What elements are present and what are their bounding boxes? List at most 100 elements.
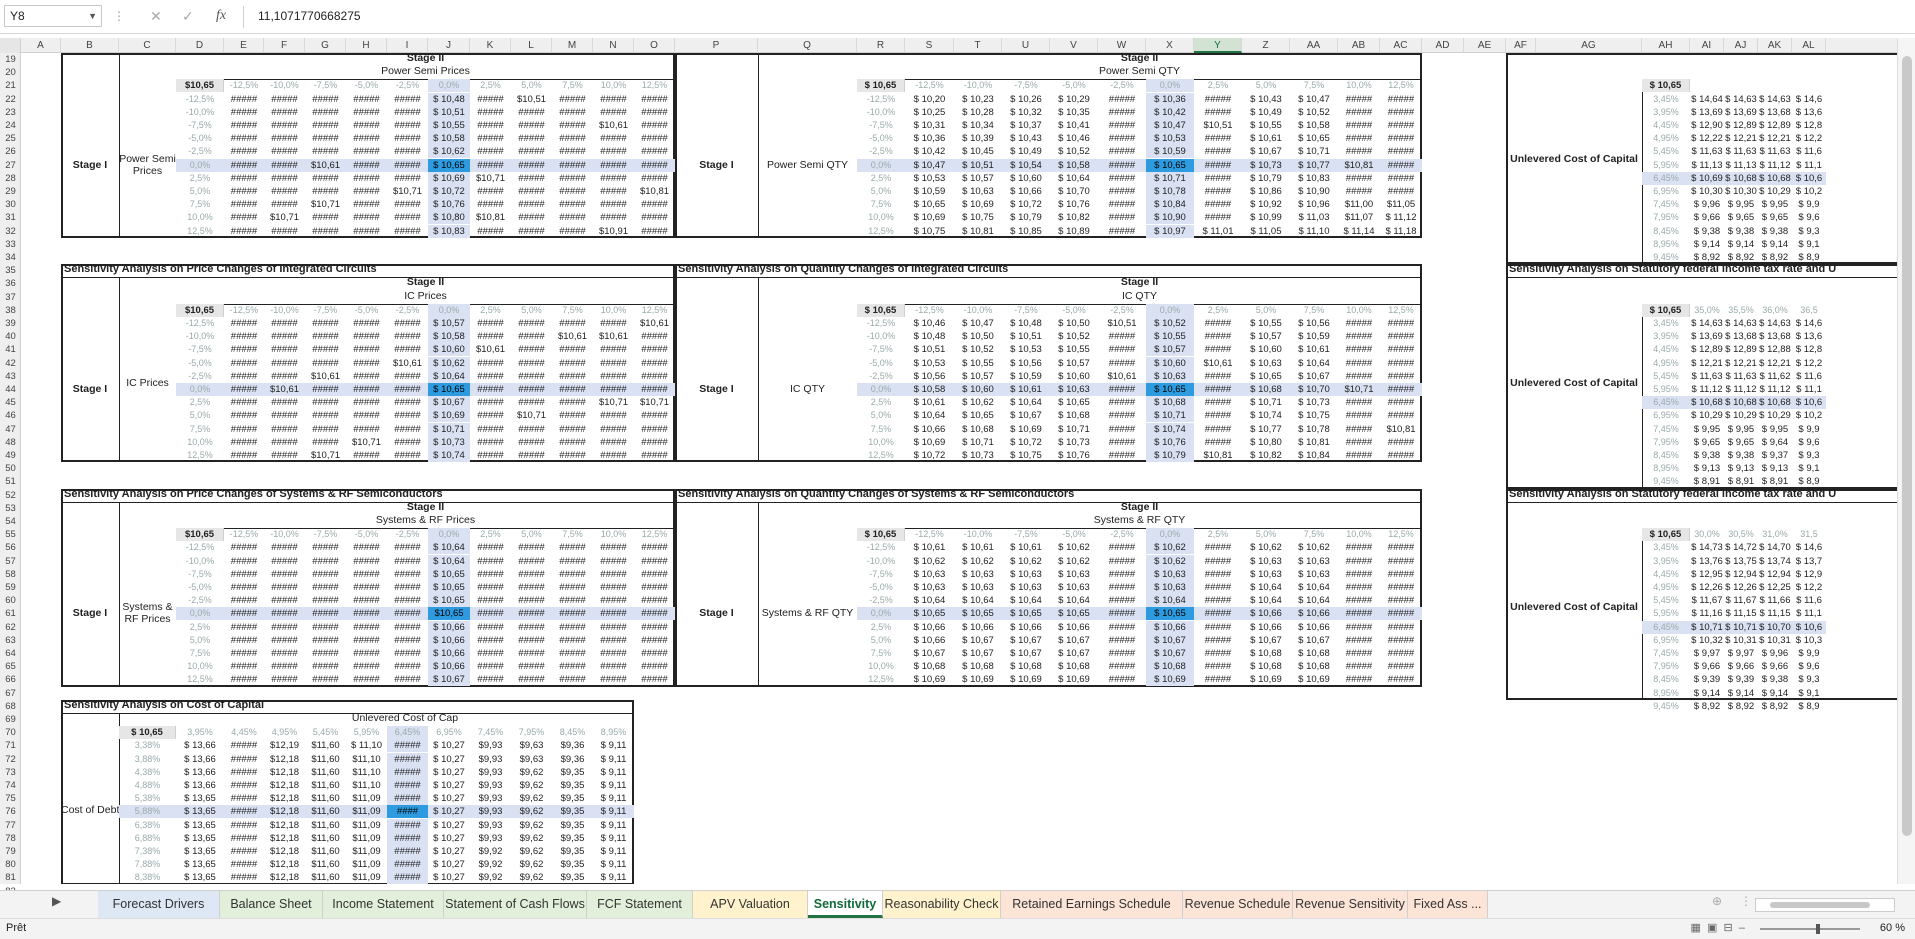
table-cell[interactable]: ##### [470,396,511,409]
table-cell[interactable]: ##### [1194,211,1242,224]
table-cell[interactable]: $ 10,71 [1290,145,1338,158]
table-cell[interactable]: $ 11,1 [1792,159,1826,172]
table-cell[interactable]: ##### [224,792,264,805]
row-pct-label[interactable]: 0,0% [176,158,224,172]
table-cell[interactable]: $ 10,52 [954,343,1002,356]
row-pct-label[interactable]: 4,38% [119,766,176,779]
table-cell[interactable]: ##### [346,198,387,211]
table-cell[interactable]: $ 10,67 [1242,634,1290,647]
sheet-content[interactable]: Stage II Power Semi Prices Stage II Power S… [21,53,1897,884]
tab-forecast-drivers[interactable]: Forecast Drivers [98,891,220,918]
table-cell[interactable]: ##### [634,634,675,647]
table-cell[interactable]: ##### [511,607,552,621]
table-cell[interactable]: $ 10,20 [905,93,954,106]
table-cell[interactable]: ##### [634,581,675,594]
row-pct-label[interactable]: 10,0% [857,211,905,224]
row-pct-label[interactable]: 8,45% [1642,673,1690,686]
table-cell[interactable]: $ 9,3 [1792,225,1826,238]
table-cell[interactable]: $ 10,57 [1242,330,1290,343]
table-cell[interactable]: $12,18 [264,805,305,819]
table-cell[interactable]: ##### [346,357,387,370]
table-cell[interactable]: $9,62 [511,871,552,884]
row-pct-label[interactable]: 7,88% [119,858,176,871]
tab-revenue-schedule[interactable]: Revenue Schedule [1183,891,1293,918]
table-cell[interactable]: ##### [552,158,593,172]
row-pct-label[interactable]: 6,95% [1642,634,1690,647]
table-cell[interactable]: $9,62 [511,845,552,858]
table-cell[interactable]: $ 10,51 [428,105,470,119]
table-cell[interactable]: $ 10,72 [1002,436,1050,449]
table-cell[interactable]: ##### [264,225,305,238]
table-cell[interactable]: ##### [305,581,346,594]
table-cell[interactable]: $ 10,29 [1690,409,1724,422]
table-cell[interactable]: ##### [470,607,511,621]
table-cell[interactable]: ##### [264,568,305,581]
table-cell[interactable]: ##### [470,594,511,607]
column-pct-label[interactable]: 0,0% [1146,303,1194,317]
table-cell[interactable]: $ 10,71 [1146,409,1194,423]
table-cell[interactable]: ##### [511,370,552,383]
table-cell[interactable]: ##### [1194,673,1242,686]
table-cell[interactable]: $ 10,43 [1242,93,1290,106]
column-pct-label[interactable]: -12,5% [905,528,954,541]
table-cell[interactable]: $ 10,64 [1146,594,1194,608]
table-cell[interactable]: $ 10,83 [428,224,470,238]
table-cell[interactable]: ##### [264,158,305,172]
table-cell[interactable]: ##### [1380,581,1422,594]
table-cell[interactable]: $ 10,64 [1050,594,1098,607]
table-cell[interactable]: ##### [1098,647,1146,660]
table-cell[interactable]: $ 10,64 [905,594,954,607]
row-header[interactable]: 28 [0,172,21,185]
table-cell[interactable]: $ 10,63 [1146,567,1194,581]
table-cell[interactable]: $ 11,63 [1724,145,1758,158]
table-cell[interactable]: $ 10,69 [1242,673,1290,686]
table-cell[interactable]: ##### [224,621,264,634]
table-cell[interactable]: ##### [470,119,511,132]
column-pct-label[interactable]: 5,45% [305,726,346,739]
table-cell[interactable]: $ 10,46 [1050,132,1098,145]
table-cell[interactable]: $ 10,66 [1290,621,1338,634]
table-cell[interactable]: ##### [1098,198,1146,211]
base-value-cell[interactable]: $ 10,65 [1642,79,1690,93]
table-cell[interactable]: ##### [634,607,675,621]
column-header-l[interactable]: L [511,38,552,53]
table-cell[interactable]: ##### [634,158,675,172]
table-cell[interactable]: $ 9,3 [1792,449,1826,462]
table-cell[interactable]: ##### [1338,423,1380,436]
table-cell[interactable]: ##### [470,634,511,647]
column-header-z[interactable]: Z [1242,38,1290,53]
table-cell[interactable]: $ 10,84 [1290,449,1338,462]
column-pct-label[interactable]: 3,95% [176,726,224,739]
column-pct-label[interactable]: -2,5% [387,79,428,92]
table-cell[interactable]: $ 10,64 [428,554,470,568]
row-pct-label[interactable]: 2,5% [857,172,905,185]
table-cell[interactable]: $ 10,68 [1002,660,1050,673]
table-cell[interactable]: ##### [511,568,552,581]
table-cell[interactable]: ##### [264,317,305,330]
table-cell[interactable]: ##### [1098,409,1146,422]
column-header-x[interactable]: X [1146,38,1194,53]
table-cell[interactable]: ##### [1380,185,1422,198]
table-cell[interactable]: $ 10,29 [1050,93,1098,106]
table-cell[interactable]: $ 10,36 [905,132,954,145]
table-cell[interactable]: $ 11,63 [1724,370,1758,383]
table-cell[interactable]: $11,10 [346,753,387,766]
table-cell[interactable]: ##### [224,211,264,224]
row-header[interactable]: 43 [0,370,21,383]
table-cell[interactable]: ##### [634,211,675,224]
table-cell[interactable]: ##### [552,119,593,132]
table-cell[interactable]: $ 9,96 [1758,647,1792,660]
table-cell[interactable]: $10,71 [264,211,305,224]
row-header[interactable]: 34 [0,251,21,264]
table-cell[interactable]: ##### [1194,343,1242,356]
table-cell[interactable]: $ 10,82 [1242,449,1290,462]
table-cell[interactable]: ##### [264,409,305,422]
table-cell[interactable]: ##### [470,185,511,198]
row-header[interactable]: 71 [0,739,21,752]
table-cell[interactable]: ##### [1098,568,1146,581]
table-cell[interactable]: ##### [387,673,428,686]
view-buttons[interactable]: ▦ ▣ ⊟ – [1691,921,1745,934]
column-pct-label[interactable]: 10,0% [1338,79,1380,92]
row-pct-label[interactable]: -10,0% [857,106,905,119]
row-header[interactable]: 81 [0,871,21,884]
